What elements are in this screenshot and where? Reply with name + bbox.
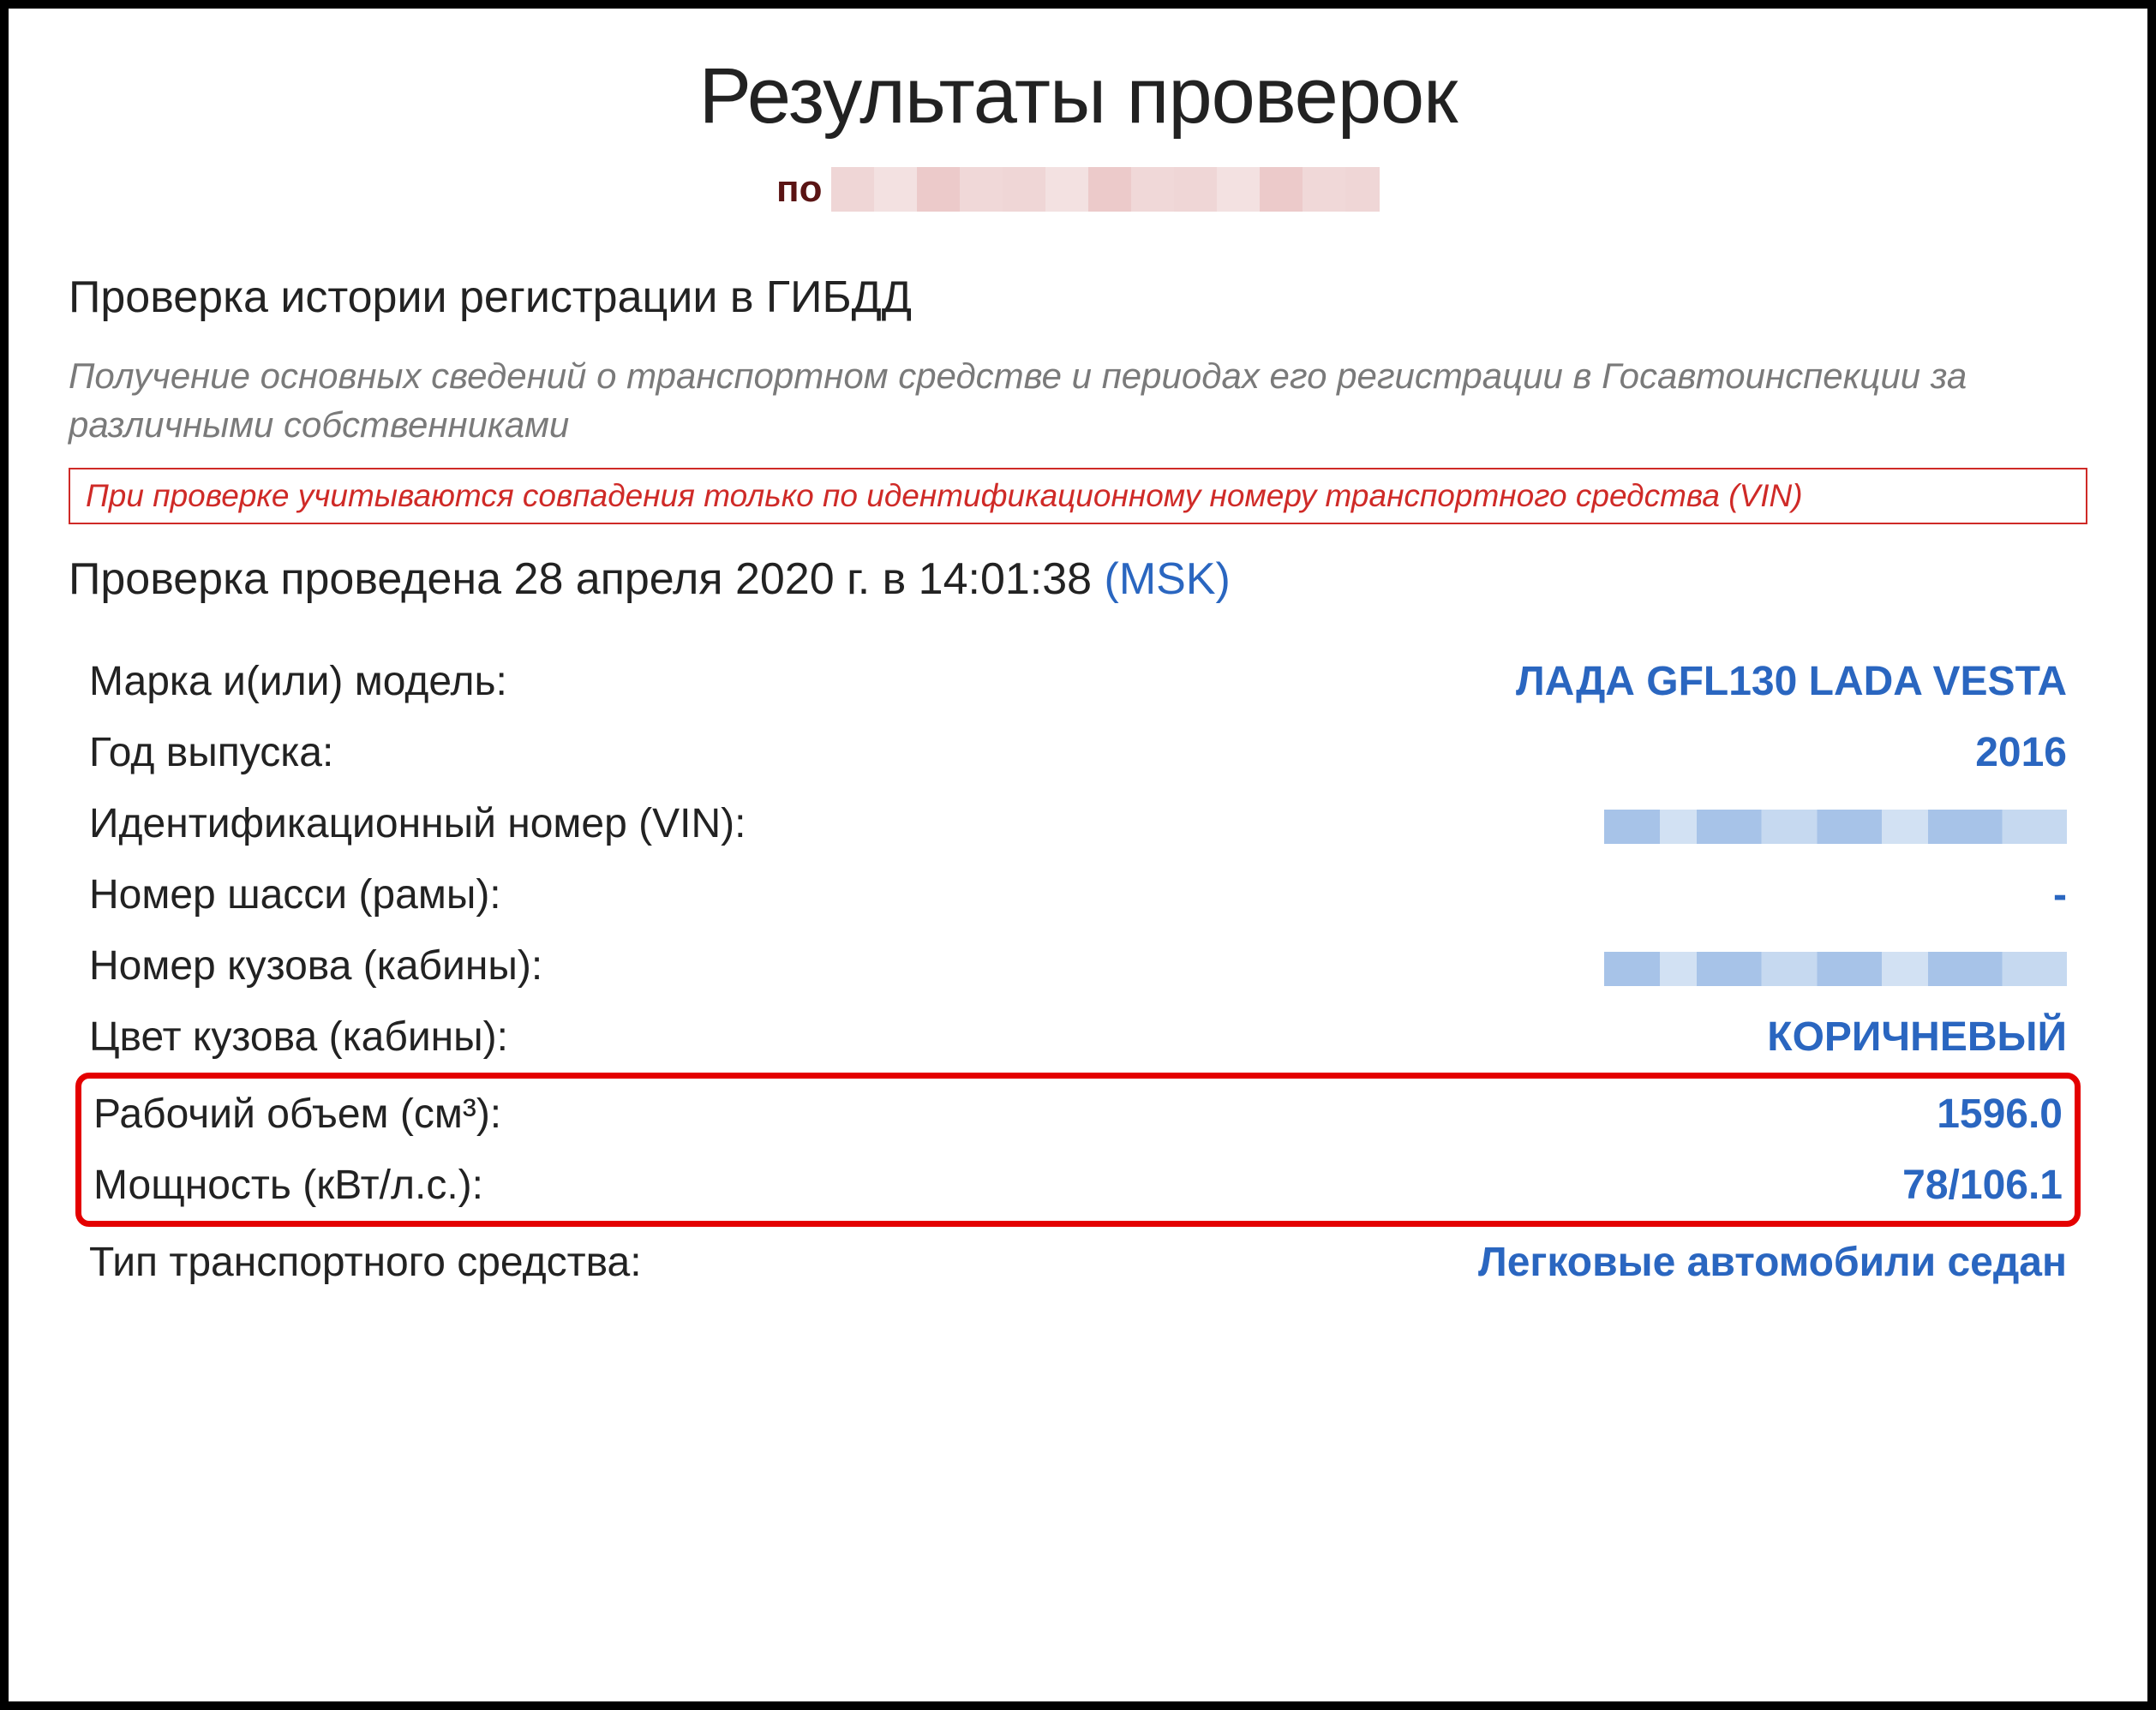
section-title: Проверка истории регистрации в ГИБДД bbox=[69, 272, 2087, 323]
spec-label: Тип транспортного средства: bbox=[89, 1239, 642, 1286]
spec-value: Легковые автомобили седан bbox=[1478, 1239, 2067, 1286]
spec-value: 1596.0 bbox=[1937, 1091, 2063, 1138]
spec-label: Рабочий объем (см³): bbox=[93, 1091, 501, 1138]
spec-value: - bbox=[2053, 871, 2067, 918]
vin-warning-box: При проверке учитываются совпадения толь… bbox=[69, 468, 2087, 524]
spec-label: Идентификационный номер (VIN): bbox=[89, 800, 746, 847]
spec-row-body-no: Номер кузова (кабины): bbox=[84, 930, 2072, 1001]
check-timestamp: Проверка проведена 28 апреля 2020 г. в 1… bbox=[69, 553, 2087, 605]
spec-row-year: Год выпуска: 2016 bbox=[84, 717, 2072, 788]
spec-row-vin: Идентификационный номер (VIN): bbox=[84, 788, 2072, 859]
spec-value: 78/106.1 bbox=[1902, 1162, 2063, 1209]
spec-label: Марка и(или) модель: bbox=[89, 658, 507, 705]
timezone: (MSK) bbox=[1105, 554, 1231, 604]
spec-label: Номер кузова (кабины): bbox=[89, 942, 542, 990]
section-intro: Получение основных сведений о транспортн… bbox=[69, 352, 2087, 449]
spec-value bbox=[1604, 942, 2067, 990]
spec-label: Цвет кузова (кабины): bbox=[89, 1013, 508, 1061]
page-title: Результаты проверок bbox=[69, 51, 2087, 141]
redacted-body-no-value bbox=[1604, 952, 2067, 986]
spec-value bbox=[1604, 800, 2067, 847]
spec-row-model: Марка и(или) модель: ЛАДА GFL130 LADA VE… bbox=[84, 646, 2072, 717]
spec-value: КОРИЧНЕВЫЙ bbox=[1767, 1013, 2067, 1061]
highlighted-specs: Рабочий объем (см³): 1596.0 Мощность (кВ… bbox=[75, 1073, 2081, 1227]
spec-label: Год выпуска: bbox=[89, 729, 333, 776]
redacted-vin-value bbox=[1604, 810, 2067, 844]
spec-row-chassis: Номер шасси (рамы): - bbox=[84, 859, 2072, 930]
spec-row-displacement: Рабочий объем (см³): 1596.0 bbox=[85, 1079, 2071, 1150]
timestamp-text: Проверка проведена 28 апреля 2020 г. в 1… bbox=[69, 554, 1105, 604]
spec-label: Номер шасси (рамы): bbox=[89, 871, 501, 918]
spec-value: 2016 bbox=[1975, 729, 2067, 776]
subtitle-prefix: по bbox=[776, 168, 822, 210]
spec-label: Мощность (кВт/л.с.): bbox=[93, 1162, 483, 1209]
spec-row-color: Цвет кузова (кабины): КОРИЧНЕВЫЙ bbox=[84, 1001, 2072, 1073]
spec-row-type: Тип транспортного средства: Легковые авт… bbox=[84, 1227, 2072, 1298]
spec-row-power: Мощность (кВт/л.с.): 78/106.1 bbox=[85, 1150, 2071, 1221]
spec-value: ЛАДА GFL130 LADA VESTA bbox=[1516, 658, 2067, 705]
redacted-vin-subtitle bbox=[831, 167, 1380, 212]
document-frame: Результаты проверок по Проверка истории … bbox=[0, 0, 2156, 1710]
subtitle-line: по bbox=[69, 167, 2087, 212]
spec-list: Марка и(или) модель: ЛАДА GFL130 LADA VE… bbox=[84, 646, 2072, 1298]
